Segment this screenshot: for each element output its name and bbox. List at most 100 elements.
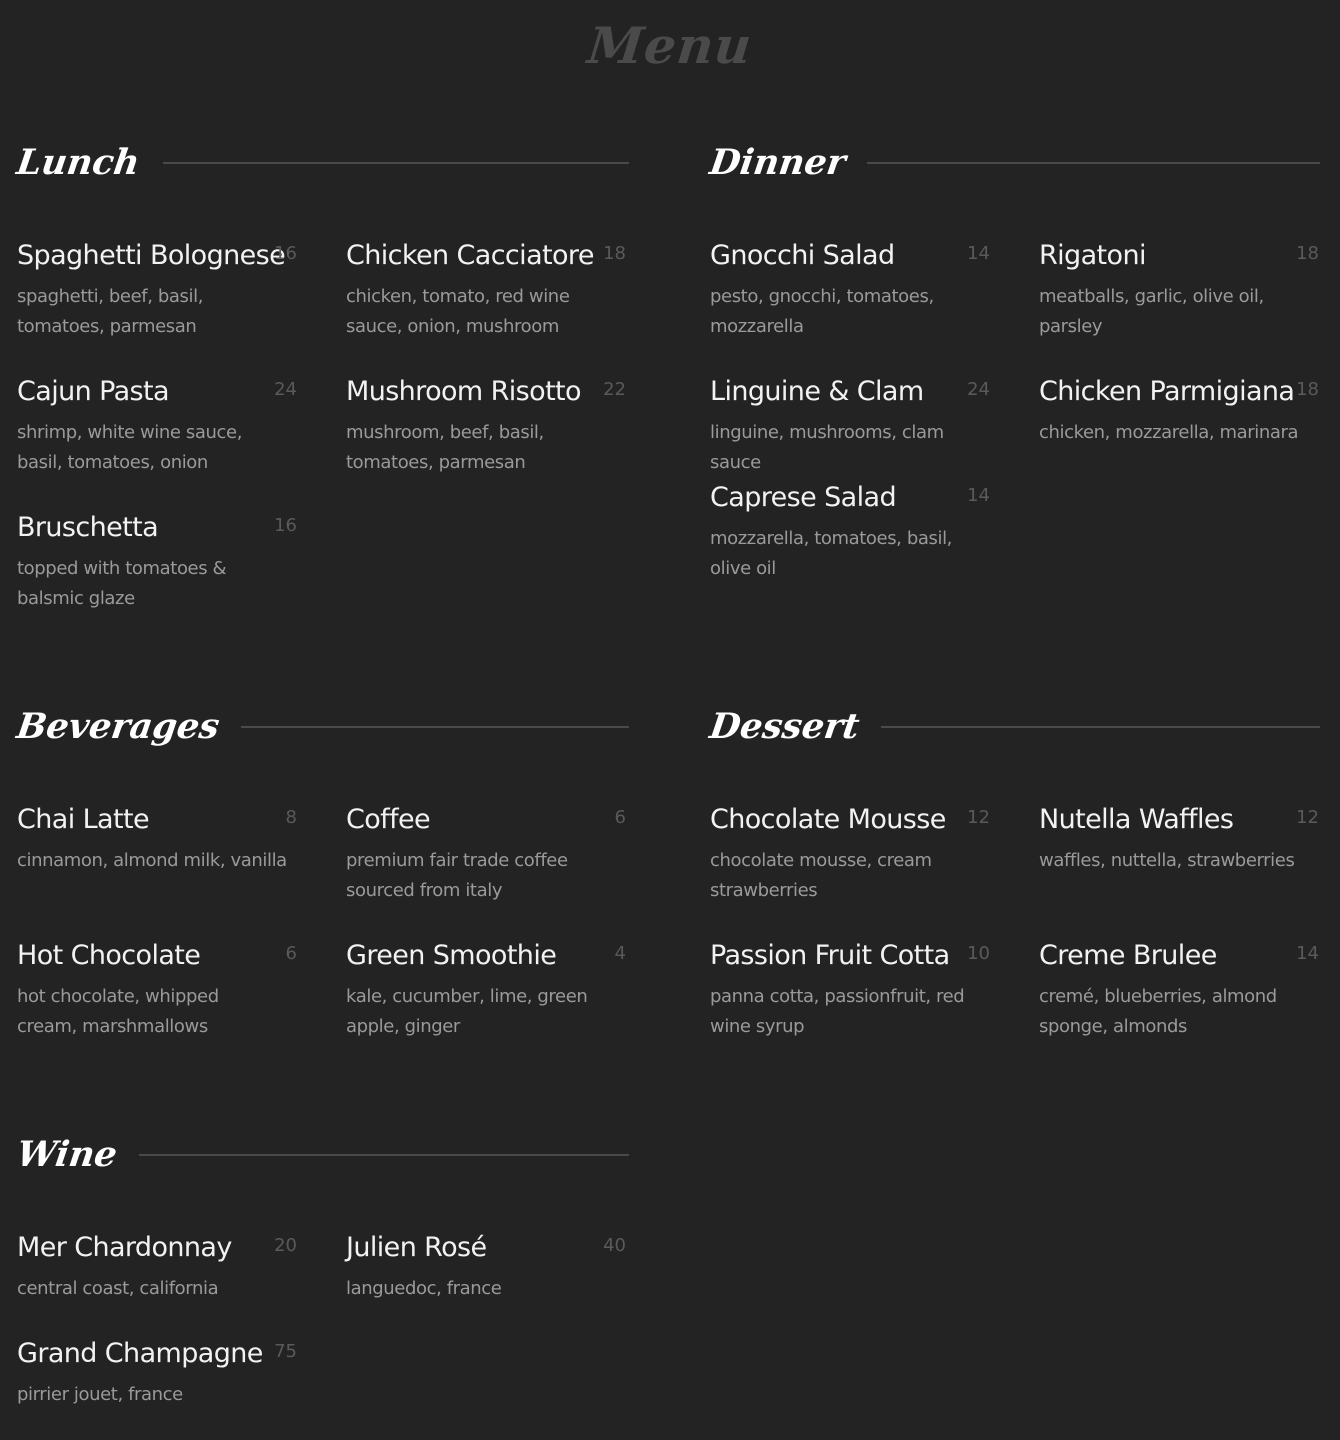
item-name: Passion Fruit Cotta [710, 940, 950, 971]
section-header: Dessert [707, 702, 1320, 752]
item-name: Coffee [346, 804, 431, 835]
section-title-lunch: Lunch [14, 142, 143, 183]
section-title-dessert: Dessert [707, 706, 862, 747]
item-description: premium fair trade coffee sourced from i… [346, 850, 568, 901]
item-price: 8 [285, 807, 297, 828]
item-name: Grand Champagne [17, 1338, 263, 1369]
item-description: linguine, mushrooms, clam sauce [710, 422, 944, 473]
item-price: 18 [1296, 379, 1319, 400]
item-price: 40 [603, 1235, 626, 1256]
section-wine: Wine Mer Chardonnay 20 central coast, ca… [14, 1130, 629, 1405]
item-name: Nutella Waffles [1039, 804, 1234, 835]
item-name: Chicken Cacciatore [346, 240, 594, 271]
menu-item[interactable]: Green Smoothie 4 kale, cucumber, lime, g… [346, 936, 626, 1042]
item-description: shrimp, white wine sauce, basil, tomatoe… [17, 422, 243, 473]
section-lunch: Lunch Spaghetti Bolognese 16 spaghetti, … [14, 138, 629, 609]
menu-item[interactable]: Gnocchi Salad 14 pesto, gnocchi, tomatoe… [710, 236, 990, 342]
item-description: mushroom, beef, basil, tomatoes, parmesa… [346, 422, 544, 473]
item-price: 18 [603, 243, 626, 264]
section-title-wine: Wine [14, 1134, 120, 1175]
item-name: Rigatoni [1039, 240, 1146, 271]
item-name: Hot Chocolate [17, 940, 201, 971]
section-dessert: Dessert Chocolate Mousse 12 chocolate mo… [707, 702, 1320, 1037]
item-description: central coast, california [17, 1278, 219, 1299]
item-price: 18 [1296, 243, 1319, 264]
item-price: 24 [274, 379, 297, 400]
menu-item[interactable]: Mer Chardonnay 20 central coast, califor… [17, 1228, 297, 1304]
menu-item[interactable]: Creme Brulee 14 cremé, blueberries, almo… [1039, 936, 1319, 1042]
item-name: Chocolate Mousse [710, 804, 946, 835]
section-dinner: Dinner Gnocchi Salad 14 pesto, gnocchi, … [707, 138, 1320, 579]
item-description: languedoc, france [346, 1278, 502, 1299]
item-description: pirrier jouet, france [17, 1384, 183, 1405]
section-divider [880, 726, 1320, 728]
section-divider [241, 726, 629, 728]
item-description: hot chocolate, whipped cream, marshmallo… [17, 986, 219, 1037]
item-price: 14 [967, 243, 990, 264]
item-price: 4 [614, 943, 626, 964]
item-name: Linguine & Clam [710, 376, 924, 407]
menu-item[interactable]: Caprese Salad 14 mozzarella, tomatoes, b… [710, 478, 990, 584]
item-description: topped with tomatoes & balsmic glaze [17, 558, 227, 609]
item-description: chicken, tomato, red wine sauce, onion, … [346, 286, 570, 337]
item-name: Caprese Salad [710, 482, 897, 513]
item-price: 24 [967, 379, 990, 400]
item-name: Chai Latte [17, 804, 150, 835]
section-header: Dinner [707, 138, 1320, 188]
menu-item[interactable]: Cajun Pasta 24 shrimp, white wine sauce,… [17, 372, 297, 478]
page-title: Menu [585, 16, 756, 75]
section-title-beverages: Beverages [14, 706, 222, 747]
item-price: 12 [1296, 807, 1319, 828]
item-description: cinnamon, almond milk, vanilla [17, 850, 287, 871]
section-beverages: Beverages Chai Latte 8 cinnamon, almond … [14, 702, 629, 1037]
item-price: 75 [274, 1341, 297, 1362]
item-price: 16 [274, 243, 297, 264]
menu-item[interactable]: Chicken Cacciatore 18 chicken, tomato, r… [346, 236, 626, 342]
section-header: Lunch [14, 138, 629, 188]
item-price: 10 [967, 943, 990, 964]
item-price: 22 [603, 379, 626, 400]
item-description: chocolate mousse, cream strawberries [710, 850, 932, 901]
item-price: 20 [274, 1235, 297, 1256]
menu-item[interactable]: Hot Chocolate 6 hot chocolate, whipped c… [17, 936, 297, 1042]
menu-item[interactable]: Chai Latte 8 cinnamon, almond milk, vani… [17, 800, 297, 876]
item-description: meatballs, garlic, olive oil, parsley [1039, 286, 1264, 337]
menu-item[interactable]: Chocolate Mousse 12 chocolate mousse, cr… [710, 800, 990, 906]
item-name: Julien Rosé [346, 1232, 487, 1263]
item-description: spaghetti, beef, basil, tomatoes, parmes… [17, 286, 204, 337]
section-title-dinner: Dinner [707, 142, 849, 183]
item-description: pesto, gnocchi, tomatoes, mozzarella [710, 286, 934, 337]
item-price: 12 [967, 807, 990, 828]
item-price: 14 [1296, 943, 1319, 964]
menu-item[interactable]: Chicken Parmigiana 18 chicken, mozzarell… [1039, 372, 1319, 448]
item-description: kale, cucumber, lime, green apple, ginge… [346, 986, 588, 1037]
item-description: mozzarella, tomatoes, basil, olive oil [710, 528, 952, 579]
menu-item[interactable]: Passion Fruit Cotta 10 panna cotta, pass… [710, 936, 990, 1042]
item-description: cremé, blueberries, almond sponge, almon… [1039, 986, 1277, 1037]
item-name: Bruschetta [17, 512, 159, 543]
menu-item[interactable]: Mushroom Risotto 22 mushroom, beef, basi… [346, 372, 626, 478]
section-header: Wine [14, 1130, 629, 1180]
section-header: Beverages [14, 702, 629, 752]
menu-item[interactable]: Julien Rosé 40 languedoc, france [346, 1228, 626, 1304]
item-name: Creme Brulee [1039, 940, 1217, 971]
item-name: Mushroom Risotto [346, 376, 582, 407]
menu-item[interactable]: Coffee 6 premium fair trade coffee sourc… [346, 800, 626, 906]
section-divider [867, 162, 1320, 164]
item-price: 6 [614, 807, 626, 828]
item-name: Cajun Pasta [17, 376, 170, 407]
section-divider [163, 162, 629, 164]
item-name: Chicken Parmigiana [1039, 376, 1295, 407]
menu-item[interactable]: Bruschetta 16 topped with tomatoes & bal… [17, 508, 297, 614]
menu-item[interactable]: Linguine & Clam 24 linguine, mushrooms, … [710, 372, 990, 478]
menu-item[interactable]: Rigatoni 18 meatballs, garlic, olive oil… [1039, 236, 1319, 342]
menu-item[interactable]: Spaghetti Bolognese 16 spaghetti, beef, … [17, 236, 297, 342]
item-name: Spaghetti Bolognese [17, 240, 286, 271]
item-description: waffles, nuttella, strawberries [1039, 850, 1295, 871]
item-price: 6 [285, 943, 297, 964]
menu-item[interactable]: Grand Champagne 75 pirrier jouet, france [17, 1334, 297, 1410]
item-price: 16 [274, 515, 297, 536]
item-description: panna cotta, passionfruit, red wine syru… [710, 986, 965, 1037]
menu-item[interactable]: Nutella Waffles 12 waffles, nuttella, st… [1039, 800, 1319, 876]
item-price: 14 [967, 485, 990, 506]
